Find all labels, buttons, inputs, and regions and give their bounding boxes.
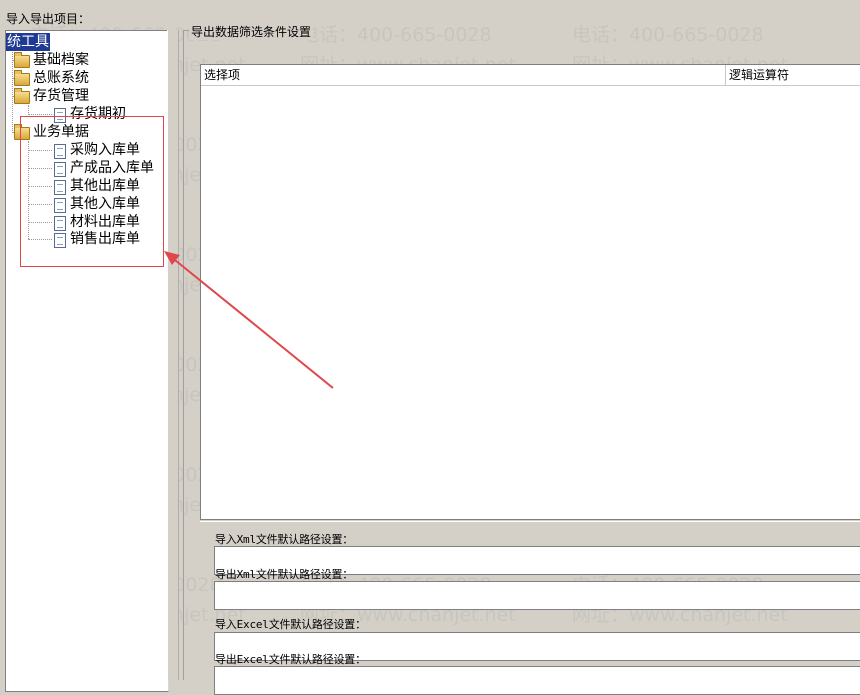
- annotation-arrow: [164, 251, 334, 389]
- arrow-shaft: [169, 255, 334, 389]
